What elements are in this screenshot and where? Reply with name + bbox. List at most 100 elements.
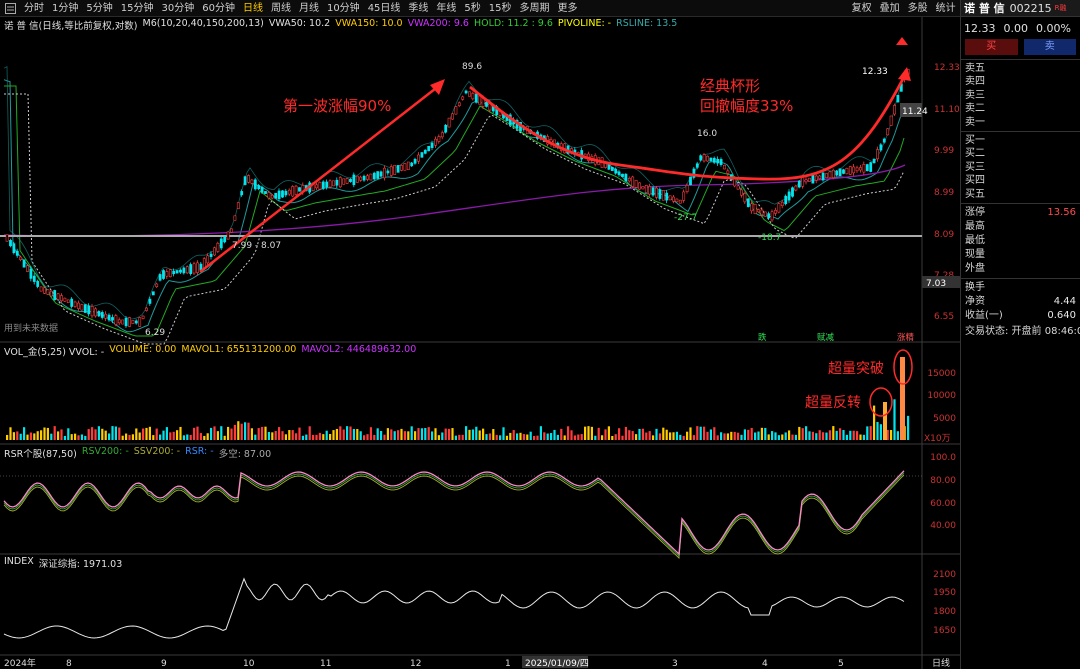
tool-button[interactable]: 多股 (904, 0, 932, 17)
volume-bar (488, 433, 491, 440)
period-tab[interactable]: 5分钟 (82, 0, 116, 16)
volume-bar (179, 426, 182, 440)
candle-body (784, 195, 788, 205)
volume-bar (206, 433, 209, 440)
marker-limit: 涨精 (897, 332, 915, 343)
period-tab[interactable]: 季线 (404, 0, 432, 16)
candle-body (90, 306, 94, 317)
period-tab[interactable]: 30分钟 (157, 0, 198, 16)
volume-bar (267, 431, 270, 440)
volume-legend-volume: VOLUME: 0.00 (109, 344, 177, 355)
candle-body (413, 158, 417, 164)
period-tab[interactable]: 分时 (20, 0, 48, 16)
candle-body (80, 304, 84, 311)
sell-button[interactable]: 卖 (1023, 39, 1076, 55)
settings-icon[interactable] (3, 2, 17, 15)
candle-body (383, 167, 386, 179)
volume-bar (383, 434, 386, 440)
candle-body (699, 155, 703, 161)
volume-bar (223, 435, 226, 440)
chart-canvas[interactable]: 89.66.297.99 - 8.0716.0-27.7-18.712.3311… (0, 17, 960, 669)
candle-body (719, 159, 723, 165)
volume-bar (662, 427, 665, 440)
candle-body (124, 317, 128, 327)
volume-bar (186, 434, 189, 440)
chart-area[interactable]: 89.6 6.29 7.99 - 8.07 16.0 -27.7 -18.7 12.33 11… (0, 17, 960, 669)
period-tab[interactable]: 60分钟 (198, 0, 239, 16)
candle-body (872, 158, 876, 164)
period-tab[interactable]: 10分钟 (323, 0, 364, 16)
legend-vwa50: VWA50: 10.2 (268, 18, 331, 29)
period-tab[interactable]: 年线 (432, 0, 460, 16)
candle-body (848, 166, 852, 175)
volume-bar (203, 435, 206, 440)
candle-body (267, 192, 271, 199)
ask-levels: 卖五 卖四 卖三 卖二 卖一 (961, 60, 1080, 132)
candle-body (291, 186, 295, 197)
volume-bar (196, 426, 199, 440)
volume-bar (828, 430, 831, 440)
volume-bar (550, 433, 553, 440)
volume-bar (740, 434, 743, 440)
candle-body (369, 173, 373, 181)
period-tab[interactable]: 15秒 (485, 0, 516, 16)
volume-bar (33, 433, 36, 440)
candle-body (740, 189, 743, 196)
period-tab[interactable]: 周线 (267, 0, 295, 16)
buy-button[interactable]: 买 (965, 39, 1018, 55)
period-tab[interactable]: 45日线 (364, 0, 405, 16)
period-tab[interactable]: 更多 (554, 0, 582, 16)
period-tab[interactable]: 多周期 (516, 0, 554, 16)
trade-status: 交易状态: 开盘前 08:46:0 (965, 325, 1080, 337)
volume-bar (628, 430, 631, 440)
volume-bar (791, 434, 794, 440)
volume-axis-tick: 15000 (927, 369, 956, 379)
candle-body (485, 101, 488, 107)
candle-body (335, 179, 339, 186)
period-tab[interactable]: 5秒 (460, 0, 484, 16)
volume-bar (818, 430, 821, 440)
candle-body (702, 154, 706, 162)
volume-bar (352, 428, 355, 440)
volume-bar (43, 427, 46, 440)
candle-body (420, 152, 424, 158)
volume-bar (148, 426, 151, 440)
volume-bar (811, 431, 814, 440)
candle-body (26, 265, 29, 272)
period-tab[interactable]: 日线 (239, 0, 267, 16)
candle-body (66, 299, 70, 303)
volume-bar (478, 430, 481, 440)
volume-bar (832, 426, 835, 440)
volume-bar (573, 435, 576, 440)
tool-button[interactable]: 复权 (848, 0, 876, 17)
volume-bar (672, 432, 675, 440)
tool-button[interactable]: 统计 (932, 0, 960, 17)
candle-body (63, 297, 67, 302)
candle-body (223, 236, 227, 243)
tool-button[interactable]: 叠加 (876, 0, 904, 17)
volume-bar (645, 432, 648, 440)
period-tabs: 分时 1分钟 5分钟 15分钟 30分钟 60分钟 日线 周线 月线 10分钟 45日线 季线 年线 5秒… (0, 0, 848, 16)
period-tab[interactable]: 15分钟 (117, 0, 158, 16)
period-tab[interactable]: 1分钟 (48, 0, 82, 16)
candle-body (277, 190, 281, 200)
candle-body (767, 213, 771, 219)
volume-bar (451, 428, 454, 440)
period-tab[interactable]: 月线 (295, 0, 323, 16)
index-axis-tick: 1650 (933, 626, 956, 636)
volume-bar (342, 429, 345, 440)
volume-bar (329, 433, 332, 440)
rsr-legend-ssv: SSV200: - (133, 446, 181, 457)
candle-body (216, 242, 220, 252)
candle-body (196, 262, 199, 273)
volume-bar (165, 427, 168, 440)
x-axis-tick: 11 (320, 659, 331, 669)
volume-bar (67, 428, 70, 440)
x-axis-tick: 8 (66, 659, 72, 669)
candle-body (655, 187, 658, 198)
candle-body (233, 215, 237, 221)
volume-bar (737, 432, 740, 440)
reversal-circle (869, 387, 893, 417)
drawdown2-label: -18.7 (758, 233, 781, 243)
volume-bar (859, 434, 862, 440)
